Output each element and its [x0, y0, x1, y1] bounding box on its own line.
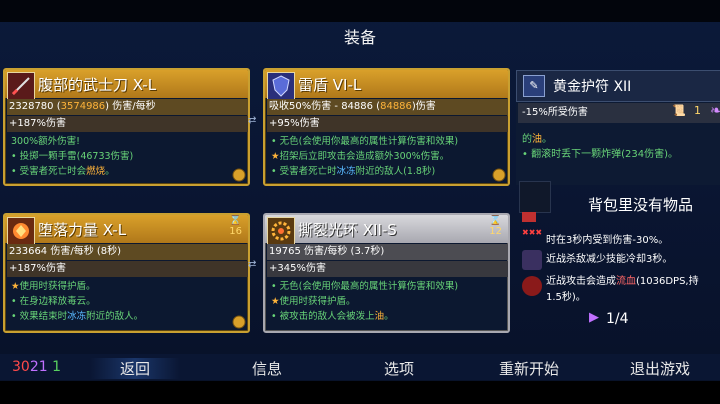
desc-line: • 在身边释放毒云。 [11, 296, 96, 307]
inventory-screen: 装备 腹部的武士刀 X-L 2328780 (3574986) 伤害/每秒 +1… [0, 0, 720, 404]
item-description: • 无色(会使用你最高的属性计算伤害和效果) ★使用时获得护盾。 • 被攻击的敌… [271, 279, 500, 324]
corner-ornament-icon [232, 315, 246, 329]
item-name: 撕裂光环 XII-S [298, 221, 397, 239]
info-button[interactable]: 信息 [252, 358, 282, 379]
item-name: 腹部的武士刀 X-L [38, 76, 157, 94]
cell-counter: 3021 1 [12, 359, 62, 375]
desc-line: • 受害者死亡时会燃烧。 [11, 166, 115, 177]
quit-game-button[interactable]: 退出游戏 [630, 358, 690, 379]
bottom-black-bar [0, 381, 720, 404]
desc-line: 300%额外伤害! [11, 136, 80, 147]
swap-arrow-icon[interactable]: ⇄ [248, 116, 262, 126]
page-marker-icon: ▶ [589, 310, 599, 325]
effect-line: 近战杀敌减少技能冷却3秒。 [546, 254, 673, 265]
bonus-stat: +95%伤害 [267, 116, 508, 132]
desc-line: 的油。 [522, 134, 552, 145]
dps-stat: 19765 伤害/每秒 (3.7秒) [267, 244, 508, 260]
fallen-power-icon [7, 217, 35, 245]
absorb-stat: 吸收50%伤害 - 84886 (84886)伤害 [267, 99, 508, 115]
amulet-description: 的油。 • 翻滚时丢下一颗炸弹(234伤害)。 [522, 132, 678, 162]
desc-line: • 无色(会使用你最高的属性计算伤害和效果) [271, 281, 459, 292]
bonus-stat: +187%伤害 [7, 116, 248, 132]
desc-line: • 翻滚时丢下一颗炸弹(234伤害)。 [522, 149, 678, 160]
shield-icon [267, 72, 295, 100]
screen-title: 装备 [343, 28, 376, 47]
cooldown-indicator: ⌛ 16 [229, 215, 242, 237]
hourglass-icon: ⌛ [489, 215, 502, 226]
amulet-icon: ✎ [523, 75, 545, 97]
desc-line: • 无色(会使用你最高的属性计算伤害和效果) [271, 136, 459, 147]
scroll-purple-icon: ❧ [710, 103, 720, 119]
desc-line: ★使用时获得护盾。 [11, 281, 96, 292]
desc-line: ★招架后立即攻击会造成额外300%伤害。 [271, 151, 450, 162]
effect-line: 1.5秒)。 [546, 292, 586, 303]
effect-icon [522, 212, 536, 222]
page-indicator: 1/4 [606, 311, 629, 327]
back-button[interactable]: 返回 [90, 358, 181, 379]
equip-card-fallen-power[interactable]: 堕落力量 X-L ⌛ 16 233664 伤害/每秒 (8秒) +187%伤害 ★… [3, 213, 250, 333]
corner-ornament-icon [492, 168, 506, 182]
bonus-stat: +187%伤害 [7, 261, 248, 277]
dps-stat: 2328780 (3574986) 伤害/每秒 [7, 99, 248, 115]
amulet-stat: -15%所受伤害 [518, 103, 720, 123]
katana-icon [7, 72, 35, 100]
restart-button[interactable]: 重新开始 [499, 358, 559, 379]
effect-line: 时在3秒内受到伤害-30%。 [546, 235, 669, 246]
item-description: ★使用时获得护盾。 • 在身边释放毒云。 • 效果结束时冰冻附近的敌人。 [11, 279, 240, 324]
equip-card-tearing-aura[interactable]: 撕裂光环 XII-S ⌛ 12 19765 伤害/每秒 (3.7秒) +345%伤… [263, 213, 510, 333]
desc-line: • 效果结束时冰冻附近的敌人。 [11, 311, 144, 322]
cooldown-indicator: ⌛ 12 [489, 215, 502, 237]
desc-line: • 受害者死亡时冰冻附近的敌人(1.8秒) [271, 166, 436, 177]
desc-line: • 被攻击的敌人会被泼上油。 [271, 311, 394, 322]
scroll-icon: 📜 [672, 104, 686, 117]
dps-stat: 233664 伤害/每秒 (8秒) [7, 244, 248, 260]
amulet-panel[interactable]: ✎ 黄金护符 XII -15%所受伤害 📜 1 ❧ 的油。 • 翻滚时丢下一颗炸… [516, 70, 720, 185]
item-description: 300%额外伤害! • 投掷一颗手雷(46733伤害) • 受害者死亡时会燃烧。 [11, 134, 240, 179]
swap-arrow-icon[interactable]: ⇄ [248, 260, 262, 270]
bonus-stat: +345%伤害 [267, 261, 508, 277]
bag-slot[interactable] [519, 181, 551, 213]
bag-empty-text: 背包里没有物品 [588, 196, 694, 214]
item-name: 雷盾 VI-L [298, 76, 362, 94]
bleed-icon [522, 276, 542, 296]
equip-card-katana[interactable]: 腹部的武士刀 X-L 2328780 (3574986) 伤害/每秒 +187%… [3, 68, 250, 186]
item-name: 堕落力量 X-L [38, 221, 127, 239]
hourglass-icon: ⌛ [229, 215, 242, 226]
scroll-count: 1 [694, 104, 701, 117]
xxx-badge: ✖✖✖ [522, 228, 543, 237]
top-black-bar [0, 0, 720, 22]
equip-card-shield[interactable]: 雷盾 VI-L 吸收50%伤害 - 84886 (84886)伤害 +95%伤害… [263, 68, 510, 186]
corner-ornament-icon [232, 168, 246, 182]
amulet-header: ✎ 黄金护符 XII [516, 70, 720, 102]
item-description: • 无色(会使用你最高的属性计算伤害和效果) ★招架后立即攻击会造成额外300%… [271, 134, 500, 179]
desc-line: ★使用时获得护盾。 [271, 296, 356, 307]
sword-cooldown-icon [522, 250, 542, 270]
effect-line: 近战攻击会造成流血(1036DPS,持 [546, 276, 699, 287]
aura-icon [267, 217, 295, 245]
amulet-name: 黄金护符 XII [553, 79, 632, 95]
options-button[interactable]: 选项 [384, 358, 414, 379]
desc-line: • 投掷一颗手雷(46733伤害) [11, 151, 134, 162]
